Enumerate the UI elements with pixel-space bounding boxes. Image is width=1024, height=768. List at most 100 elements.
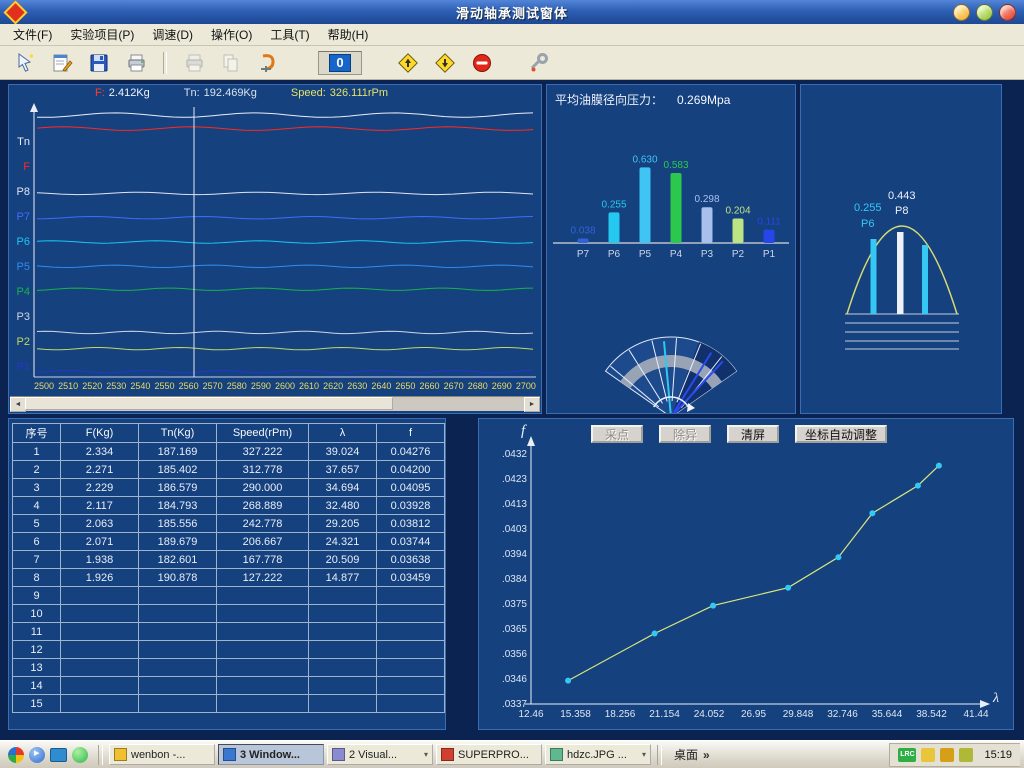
scroll-left-button[interactable]: ◄	[10, 397, 26, 412]
task-label: SUPERPRO...	[458, 749, 529, 761]
taskbar-task-button[interactable]: hdzc.JPG ...▾	[545, 744, 651, 765]
data-point	[915, 483, 921, 489]
button-采点[interactable]: 采点	[591, 425, 643, 443]
table-row[interactable]: 42.117184.793268.88932.4800.03928	[13, 497, 445, 515]
table-cell: 206.667	[217, 533, 309, 551]
table-cell	[139, 623, 217, 641]
copy-icon[interactable]	[218, 50, 244, 76]
maximize-button[interactable]	[976, 4, 993, 21]
table-cell: 312.778	[217, 461, 309, 479]
table-row[interactable]: 14	[13, 677, 445, 695]
table-cell: 290.000	[217, 479, 309, 497]
task-dropdown-icon[interactable]: ▾	[642, 750, 646, 759]
close-button[interactable]	[999, 4, 1016, 21]
stop-sign-icon[interactable]	[469, 50, 495, 76]
print-icon[interactable]	[123, 50, 149, 76]
save-icon[interactable]	[86, 50, 112, 76]
button-坐标自动调整[interactable]: 坐标自动调整	[795, 425, 887, 443]
launcher-logo-icon[interactable]	[8, 747, 24, 763]
speed-up-sign-icon[interactable]	[395, 50, 421, 76]
update-tray-icon[interactable]	[959, 748, 973, 762]
table-row[interactable]: 13	[13, 659, 445, 677]
desktop-toolbar[interactable]: 桌面 »	[668, 746, 716, 763]
messenger-icon[interactable]	[72, 747, 88, 763]
live-readouts: F:2.412Kg Tn:192.469Kg Speed:326.111rPm	[95, 87, 388, 99]
table-row[interactable]: 11	[13, 623, 445, 641]
table-row[interactable]: 9	[13, 587, 445, 605]
table-cell: 13	[13, 659, 61, 677]
table-cell: 0.04276	[377, 443, 445, 461]
scatter-y-tick: .0394	[502, 549, 527, 560]
scroll-right-button[interactable]: ►	[524, 397, 540, 412]
display-icon[interactable]	[50, 748, 67, 762]
table-cell	[217, 605, 309, 623]
table-cell	[139, 659, 217, 677]
button-除异[interactable]: 除异	[659, 425, 711, 443]
taskbar-task-button[interactable]: 3 Window...	[218, 744, 324, 765]
table-row[interactable]: 81.926190.878127.22214.8770.03459	[13, 569, 445, 587]
table-cell	[61, 623, 139, 641]
notepad-icon[interactable]	[49, 50, 75, 76]
task-icon	[550, 748, 563, 761]
table-row[interactable]: 12.334187.169327.22239.0240.04276	[13, 443, 445, 461]
media-player-icon[interactable]	[29, 747, 45, 763]
scatter-y-tick: .0375	[502, 599, 527, 610]
menu-item[interactable]: 工具(T)	[261, 23, 318, 46]
task-icon	[223, 748, 236, 761]
table-row[interactable]: 32.229186.579290.00034.6940.04095	[13, 479, 445, 497]
task-icon	[441, 748, 454, 761]
menu-item[interactable]: 调速(D)	[143, 23, 202, 46]
scatter-y-tick: .0346	[502, 674, 527, 685]
table-row[interactable]: 15	[13, 695, 445, 713]
scrollbar-thumb[interactable]	[25, 397, 393, 410]
table-header-cell: Speed(rPm)	[217, 424, 309, 443]
taskbar-task-button[interactable]: 2 Visual...▾	[327, 744, 433, 765]
table-cell: 2	[13, 461, 61, 479]
bar-value-label: 0.255	[601, 199, 626, 210]
table-row[interactable]: 62.071189.679206.66724.3210.03744	[13, 533, 445, 551]
menu-item[interactable]: 实验项目(P)	[61, 23, 143, 46]
minimize-button[interactable]	[953, 4, 970, 21]
table-row[interactable]: 71.938182.601167.77820.5090.03638	[13, 551, 445, 569]
table-cell: 9	[13, 587, 61, 605]
table-cell: 0.03928	[377, 497, 445, 515]
trend-series-line-P1	[37, 370, 533, 372]
bar-value-label: 0.204	[725, 206, 750, 217]
taskbar-task-button[interactable]: wenbon -...	[109, 744, 215, 765]
menu-item[interactable]: 文件(F)	[4, 23, 61, 46]
table-row[interactable]: 52.063185.556242.77829.2050.03812	[13, 515, 445, 533]
menu-item[interactable]: 帮助(H)	[319, 23, 378, 46]
table-cell	[61, 605, 139, 623]
pressure-bar-P7	[578, 238, 589, 243]
wrench-tool-icon[interactable]	[526, 50, 552, 76]
scatter-y-tick: .0365	[502, 624, 527, 635]
table-row[interactable]: 10	[13, 605, 445, 623]
table-cell: 1	[13, 443, 61, 461]
menu-item[interactable]: 操作(O)	[202, 23, 261, 46]
scatter-x-tick: 35.644	[872, 709, 903, 720]
lock-tray-icon[interactable]	[940, 748, 954, 762]
table-cell: 2.271	[61, 461, 139, 479]
print-disabled-icon[interactable]	[181, 50, 207, 76]
table-row[interactable]: 12	[13, 641, 445, 659]
bar-category-label: P7	[577, 249, 590, 260]
button-清屏[interactable]: 清屏	[727, 425, 779, 443]
table-row[interactable]: 22.271185.402312.77837.6570.04200	[13, 461, 445, 479]
lrc-tray-icon[interactable]: LRC	[898, 748, 916, 762]
pointer-tool-icon[interactable]	[12, 50, 38, 76]
scatter-x-tick: 21.154	[649, 709, 680, 720]
notes-tray-icon[interactable]	[921, 748, 935, 762]
trend-x-tick: 2650	[395, 381, 415, 391]
title-bar: 滑动轴承测试窗体	[0, 0, 1024, 24]
bar-value-label: 0.038	[570, 225, 595, 236]
data-point	[785, 585, 791, 591]
table-cell	[377, 695, 445, 713]
taskbar-task-button[interactable]: SUPERPRO...	[436, 744, 542, 765]
table-cell: 0.04200	[377, 461, 445, 479]
clamp-tool-icon[interactable]	[255, 50, 281, 76]
task-dropdown-icon[interactable]: ▾	[424, 750, 428, 759]
chevron-icon[interactable]: »	[703, 748, 710, 762]
trend-h-scrollbar: ◄ ►	[10, 396, 540, 411]
table-cell	[217, 659, 309, 677]
speed-down-sign-icon[interactable]	[432, 50, 458, 76]
